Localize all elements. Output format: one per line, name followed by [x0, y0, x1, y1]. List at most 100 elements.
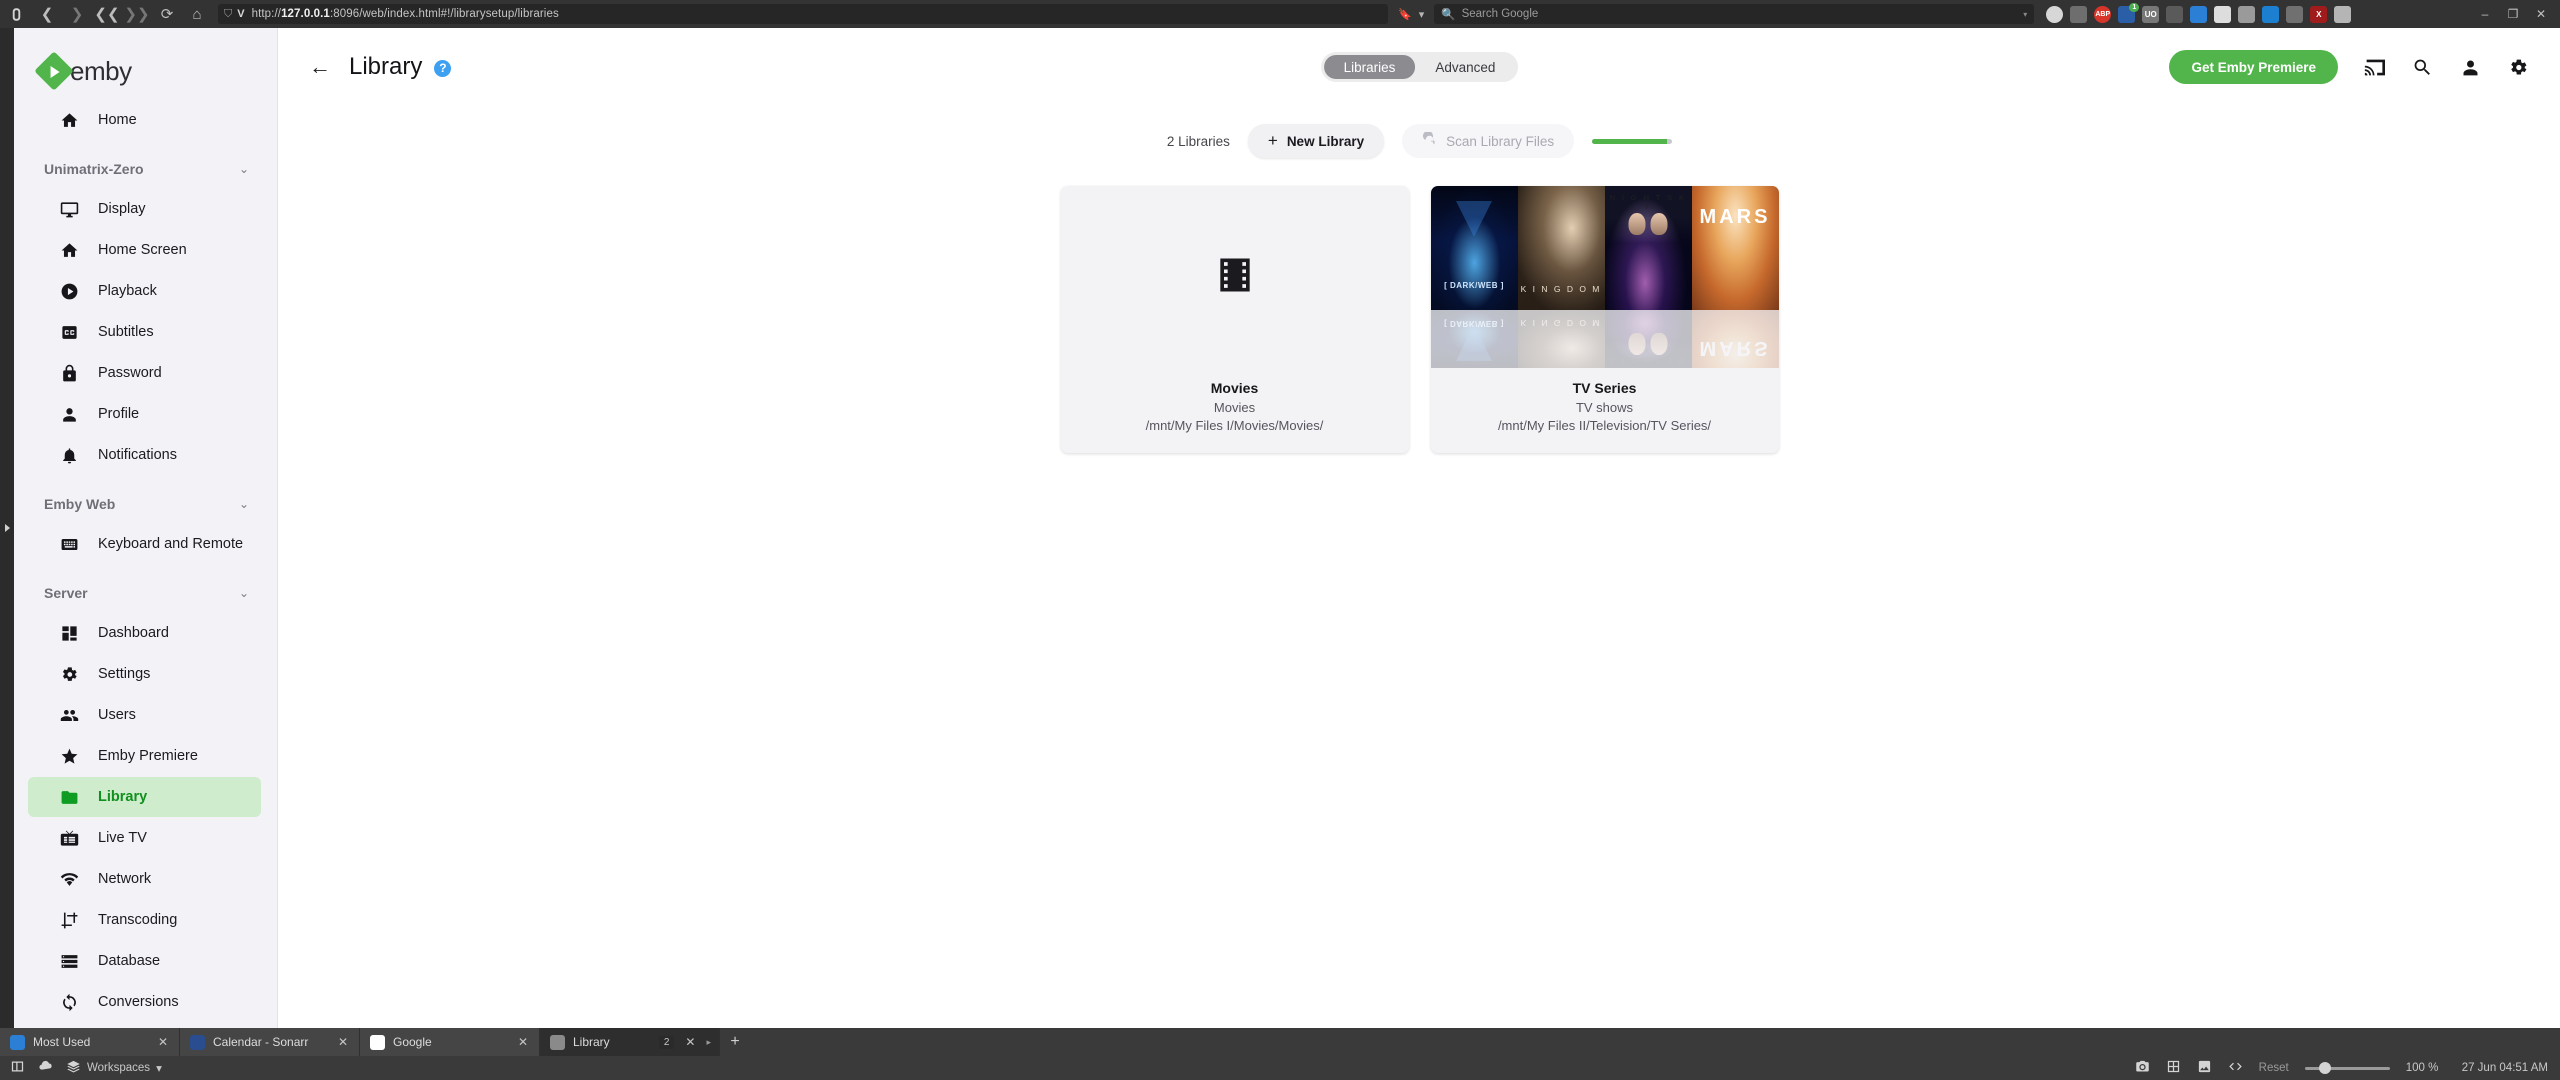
get-emby-premiere-button[interactable]: Get Emby Premiere — [2169, 50, 2338, 84]
tab-close-icon[interactable]: ✕ — [682, 1035, 698, 1049]
search-icon[interactable] — [2410, 55, 2434, 79]
sidebar-item-users[interactable]: Users — [28, 695, 261, 735]
tab-next-icon[interactable]: ▸ — [706, 1037, 711, 1048]
person-icon[interactable] — [2458, 55, 2482, 79]
puzzle-extensions-icon[interactable] — [2334, 5, 2352, 23]
adblock-plus-icon[interactable]: ABP — [2094, 5, 2112, 23]
sidebar-section-title: Emby Web — [44, 496, 116, 512]
cursor-extension-icon[interactable] — [2166, 5, 2184, 23]
library-card[interactable]: Movies Movies/mnt/My Files I/Movies/Movie… — [1060, 186, 1409, 453]
sidebar-section-emby-web[interactable]: Emby Web ⌄ — [14, 485, 277, 523]
reload-icon[interactable]: ⟳ — [152, 0, 182, 28]
library-card[interactable]: [ DARK/WEB ][ DARK/WEB ] K I N G D O MK I… — [1430, 186, 1779, 453]
forward-button[interactable]: ❯ — [62, 0, 92, 28]
live-tv-icon — [58, 827, 80, 849]
sidebar-section-unimatrix-zero[interactable]: Unimatrix-Zero ⌄ — [14, 150, 277, 188]
help-icon[interactable]: ? — [434, 59, 452, 77]
search-caret-icon[interactable]: ▾ — [2023, 10, 2027, 19]
workspaces-label: Workspaces — [87, 1062, 151, 1074]
sidebar-item-network[interactable]: Network — [28, 859, 261, 899]
address-bar[interactable]: ⛉ V http://127.0.0.1:8096/web/index.html… — [218, 4, 1388, 24]
new-library-button[interactable]: + New Library — [1247, 124, 1385, 158]
sidebar-section-server[interactable]: Server ⌄ — [14, 574, 277, 612]
bookmark-controls[interactable]: 🔖 ▾ — [1398, 8, 1424, 21]
browser-tab[interactable]: Library 2 ✕ ▸ — [540, 1028, 720, 1056]
tab-libraries[interactable]: Libraries — [1323, 55, 1416, 79]
tab-close-icon[interactable]: ✕ — [155, 1035, 171, 1049]
search-field[interactable]: 🔍 Search Google ▾ — [1434, 4, 2035, 24]
sidebar-item-display[interactable]: Display — [28, 189, 261, 229]
browser-tab[interactable]: Calendar - Sonarr ✕ — [180, 1028, 360, 1056]
cast-icon[interactable] — [2362, 55, 2386, 79]
tiling-icon[interactable] — [2166, 1059, 2181, 1077]
zoom-slider[interactable] — [2304, 1062, 2390, 1074]
sidebar-item-live-tv[interactable]: Live TV — [28, 818, 261, 858]
sidebar-item-playback[interactable]: Playback — [28, 271, 261, 311]
tab-close-icon[interactable]: ✕ — [515, 1035, 531, 1049]
bookmark-caret-icon[interactable]: ▾ — [1419, 8, 1425, 21]
developer-tools-icon[interactable] — [2228, 1059, 2243, 1077]
ublock-origin-icon[interactable]: 1 — [2118, 2, 2140, 23]
tab-advanced[interactable]: Advanced — [1415, 55, 1515, 79]
sidebar-item-label: Users — [98, 707, 136, 723]
sidebar-item-subtitles[interactable]: Subtitles — [28, 312, 261, 352]
sidebar-item-library[interactable]: Library — [28, 777, 261, 817]
share-extension-icon[interactable] — [2238, 5, 2256, 23]
sidebar-item-home[interactable]: Home — [28, 100, 261, 140]
back-button[interactable]: ❮ — [32, 0, 62, 28]
rewind-button[interactable]: ❮❮ — [92, 0, 122, 28]
search-engine-icon[interactable]: 🔍 — [1441, 7, 1455, 21]
sidebar-item-profile[interactable]: Profile — [28, 394, 261, 434]
bookmark-icon[interactable]: 🔖 — [1398, 8, 1412, 21]
home-icon[interactable]: ⌂ — [182, 0, 212, 28]
library-type: TV shows — [1575, 400, 1634, 415]
workspaces-button[interactable]: Workspaces ▾ — [66, 1059, 162, 1077]
scan-library-files-button[interactable]: Scan Library Files — [1402, 124, 1575, 158]
minimize-button[interactable]: – — [2472, 1, 2498, 27]
sidebar-item-settings[interactable]: Settings — [28, 654, 261, 694]
chevron-down-icon[interactable]: ⌄ — [239, 586, 249, 600]
browser-tab[interactable]: Google ✕ — [360, 1028, 540, 1056]
sidebar-item-home-screen[interactable]: Home Screen — [28, 230, 261, 270]
tab-title: Most Used — [33, 1035, 91, 1049]
download-extension-icon[interactable] — [2190, 5, 2208, 23]
emby-sidebar: emby Home Unimatrix-Zero ⌄ Display Home Scr… — [14, 28, 278, 1028]
panel-expander[interactable] — [0, 28, 14, 1028]
capture-icon[interactable] — [2135, 1059, 2150, 1077]
gear-icon[interactable] — [2506, 55, 2530, 79]
globe-extension-icon[interactable] — [2070, 5, 2088, 23]
cloud-icon[interactable] — [38, 1059, 53, 1077]
sidebar-item-conversions[interactable]: Conversions — [28, 982, 261, 1022]
lastpass-icon[interactable]: UO — [2142, 5, 2160, 23]
back-arrow-icon[interactable]: ← — [309, 54, 343, 80]
panel-toggle-icon[interactable] — [10, 1059, 25, 1077]
poster-image: N I G H T S K Y — [1604, 186, 1692, 310]
maximize-button[interactable]: ❐ — [2500, 1, 2526, 27]
chevron-down-icon[interactable]: ⌄ — [239, 162, 249, 176]
sphere-extension-icon[interactable] — [2214, 5, 2232, 23]
new-tab-button[interactable]: + — [720, 1028, 750, 1056]
chevron-down-icon[interactable]: ⌄ — [239, 497, 249, 511]
tab-close-icon[interactable]: ✕ — [335, 1035, 351, 1049]
vivaldi-menu-icon[interactable] — [0, 0, 32, 28]
sidebar-item-dashboard[interactable]: Dashboard — [28, 613, 261, 653]
fastforward-button[interactable]: ❯❯ — [122, 0, 152, 28]
sidebar-item-notifications[interactable]: Notifications — [28, 435, 261, 475]
x-extension-icon[interactable]: X — [2310, 5, 2328, 23]
status-left-group: Workspaces ▾ — [0, 1059, 162, 1077]
database-icon — [58, 950, 80, 972]
sidebar-item-emby-premiere[interactable]: Emby Premiere — [28, 736, 261, 776]
reset-zoom-button[interactable]: Reset — [2259, 1062, 2289, 1074]
zoom-slider-knob[interactable] — [2318, 1062, 2331, 1074]
blue-globe-extension-icon[interactable] — [2262, 5, 2280, 23]
browser-tab[interactable]: Most Used ✕ — [0, 1028, 180, 1056]
emby-logo[interactable]: emby — [14, 50, 277, 92]
sidebar-item-database[interactable]: Database — [28, 941, 261, 981]
profile-avatar[interactable] — [2046, 5, 2064, 23]
close-button[interactable]: ✕ — [2528, 1, 2554, 27]
sidebar-item-keyboard-and-remote[interactable]: Keyboard and Remote — [28, 524, 261, 564]
image-icon[interactable] — [2197, 1059, 2212, 1077]
recycle-extension-icon[interactable] — [2286, 5, 2304, 23]
sidebar-item-transcoding[interactable]: Transcoding — [28, 900, 261, 940]
sidebar-item-password[interactable]: Password — [28, 353, 261, 393]
